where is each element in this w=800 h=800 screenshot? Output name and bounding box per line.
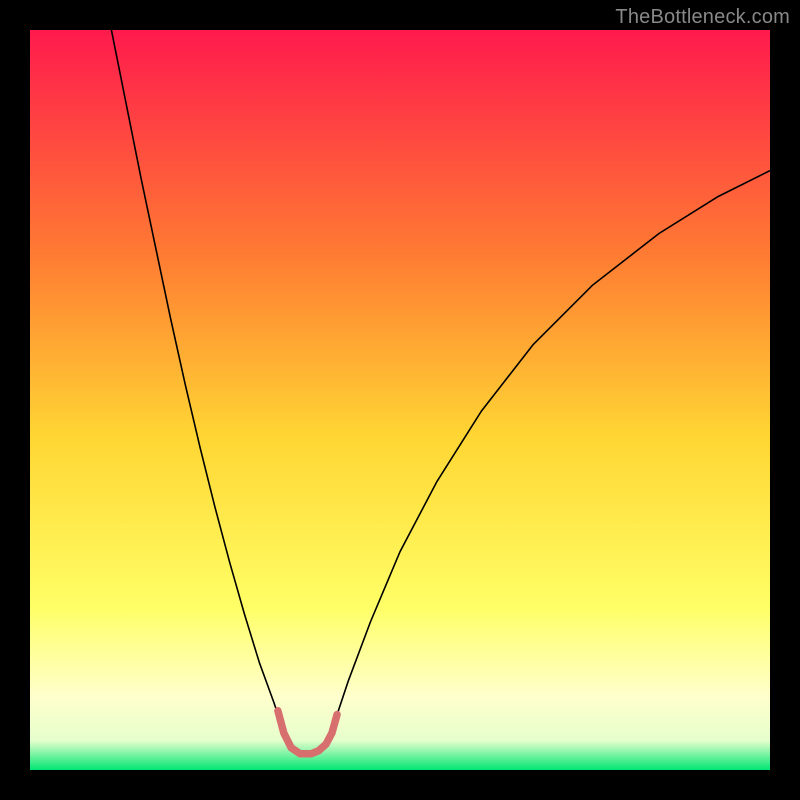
bottleneck-chart xyxy=(30,30,770,770)
plot-background xyxy=(30,30,770,770)
watermark-text: TheBottleneck.com xyxy=(615,6,790,29)
chart-frame: TheBottleneck.com xyxy=(0,0,800,800)
